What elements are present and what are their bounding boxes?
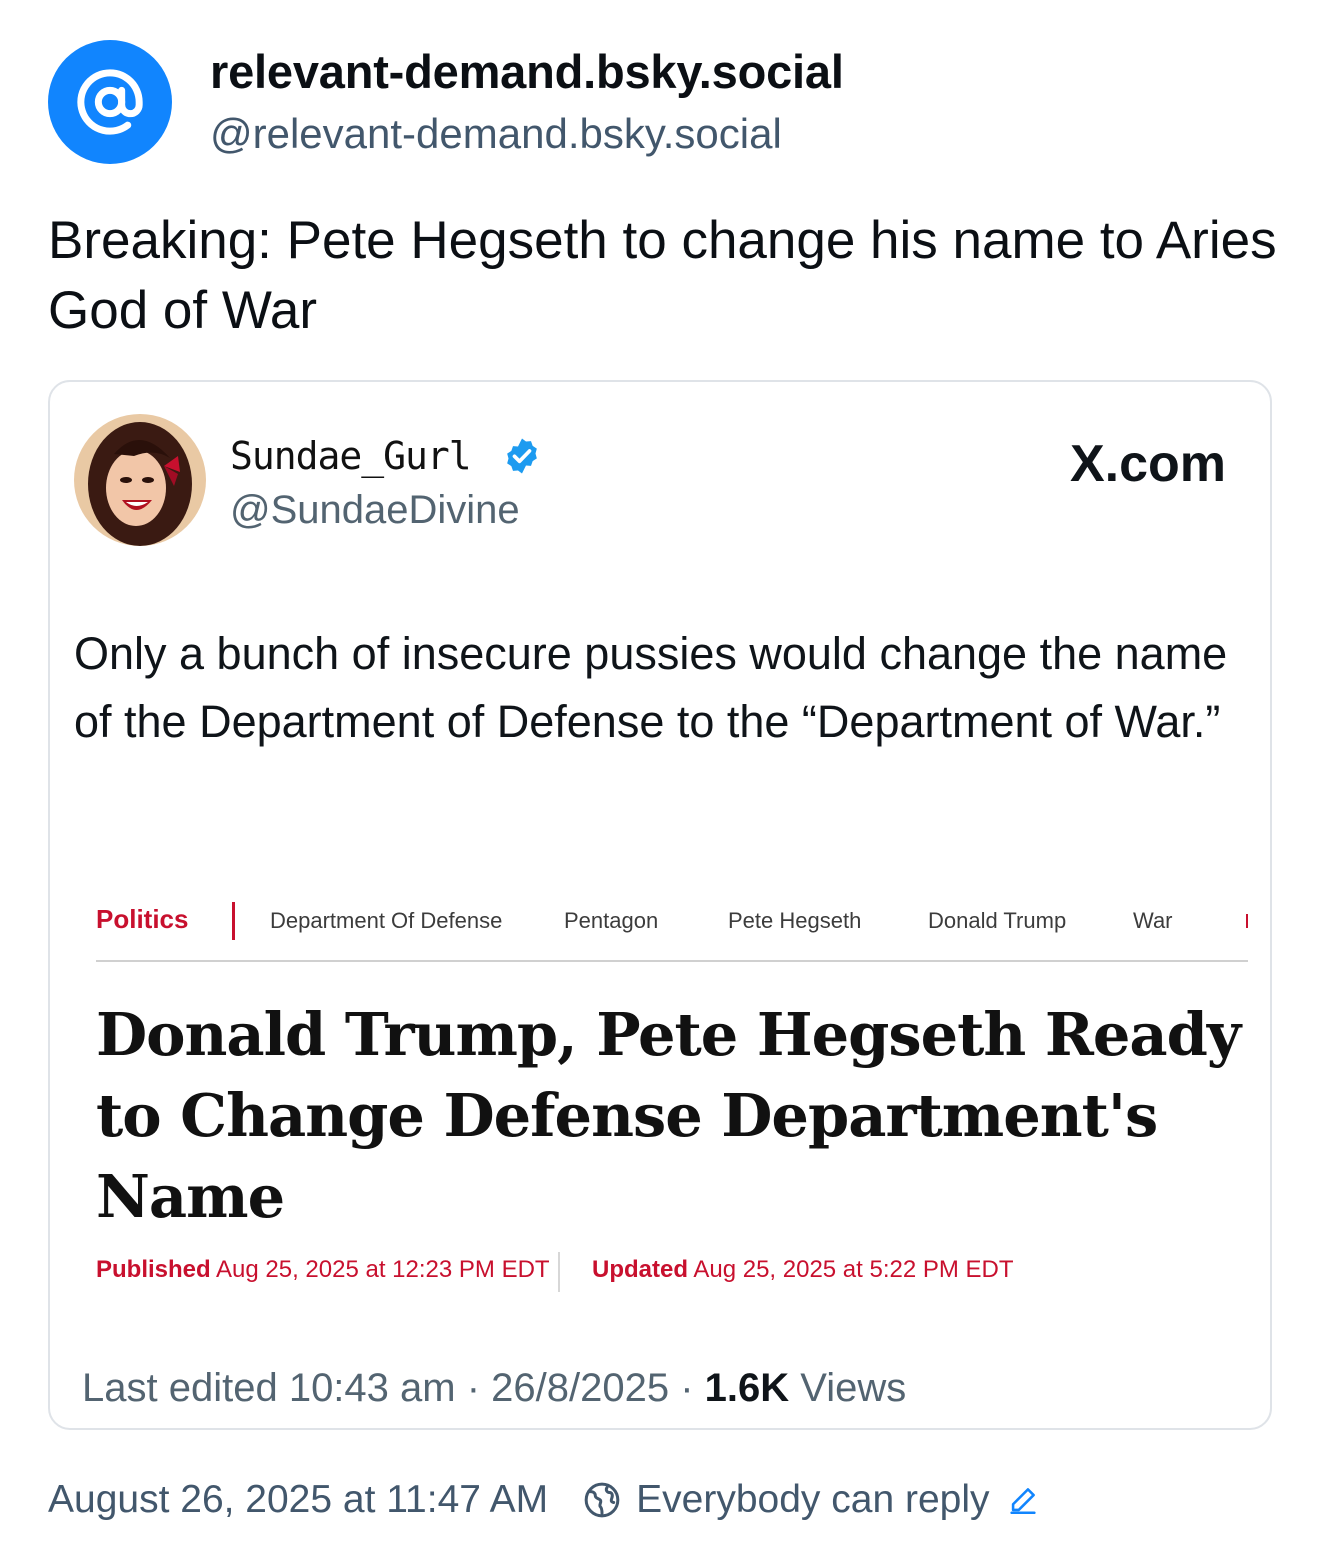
article-tag: Donald Trump [928,908,1067,933]
post-timestamp[interactable]: August 26, 2025 at 11:47 AM [48,1478,548,1522]
article-tag: Pete Hegseth [728,908,862,933]
post-footer: August 26, 2025 at 11:47 AM Everybody ca… [48,1478,1040,1522]
updated-date: Updated Aug 25, 2025 at 5:22 PM EDT [592,1256,1014,1284]
embed-author-avatar [74,414,206,546]
published-label: Published [96,1256,211,1283]
article-tag-bar: Politics Department Of Defense Pentagon … [96,902,1248,946]
tag-divider [232,902,235,940]
updated-label: Updated [592,1256,688,1283]
article-tag: Department Of Defense [270,908,503,933]
article-tag: War [1133,908,1173,933]
article-headline: Donald Trump, Pete Hegseth Ready to Chan… [96,1000,1241,1231]
article-category: Politics [96,904,189,934]
published-value: Aug 25, 2025 at 12:23 PM EDT [216,1256,550,1283]
author-display-name[interactable]: relevant-demand.bsky.social [210,44,844,99]
author-avatar[interactable] [48,40,172,164]
embedded-image[interactable]: Sundae_Gurl @SundaeDivine X.com Only a b… [48,380,1272,1430]
at-sign-icon [77,69,143,135]
pencil-icon[interactable] [1006,1483,1040,1517]
author-handle[interactable]: @relevant-demand.bsky.social [210,110,782,158]
embed-meta: Last edited 10:43 am · 26/8/2025 · 1.6K … [82,1366,906,1411]
edited-timestamp: Last edited 10:43 am · 26/8/2025 [82,1366,670,1410]
verified-badge-icon [507,438,537,474]
views-label: Views [800,1366,907,1410]
article-tag: Pentagon [564,908,659,933]
embed-author-handle: @SundaeDivine [230,488,520,532]
updated-value: Aug 25, 2025 at 5:22 PM EDT [693,1256,1014,1283]
published-date: Published Aug 25, 2025 at 12:23 PM EDT [96,1256,550,1284]
embed-author-name: Sundae_Gurl [230,434,472,478]
article-divider [96,960,1248,962]
post-text: Breaking: Pete Hegseth to change his nam… [48,211,1277,340]
date-divider [558,1252,560,1292]
reply-setting[interactable]: Everybody can reply [636,1478,989,1522]
views-count: 1.6K [704,1366,790,1410]
meta-separator: · [669,1366,694,1410]
embed-tweet-text: Only a bunch of insecure pussies would c… [74,628,1228,747]
globe-icon [584,1482,620,1518]
source-label: X.com [1069,435,1226,493]
tag-divider [1246,914,1248,928]
